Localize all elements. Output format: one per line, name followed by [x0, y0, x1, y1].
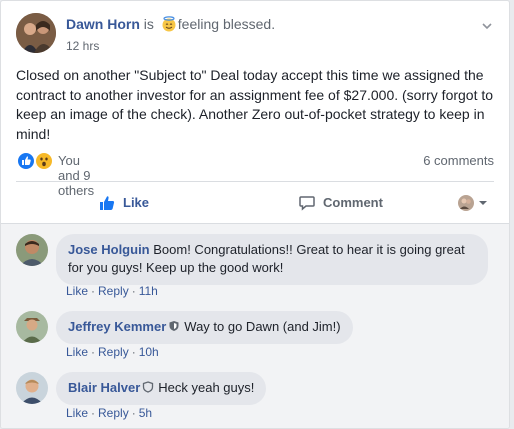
- comment-reply-link[interactable]: Reply: [98, 406, 129, 420]
- chevron-down-icon[interactable]: [481, 19, 493, 31]
- commenter-avatar[interactable]: [16, 311, 48, 343]
- comment-text: Heck yeah guys!: [158, 380, 255, 395]
- comment-reply-link[interactable]: Reply: [98, 345, 129, 359]
- comment-time[interactable]: 11h: [139, 284, 158, 298]
- comment-meta: Like · Reply · 11h: [66, 284, 158, 298]
- commenter-name[interactable]: Blair Halver: [68, 380, 140, 395]
- comment-bubble: Blair Halver Heck yeah guys!: [56, 372, 267, 405]
- comment-item: Jose Holguin Boom! Congratulations!! Gre…: [16, 234, 494, 298]
- comment-text: Way to go Dawn (and Jim!): [184, 319, 341, 334]
- shield-badge-icon: [168, 319, 180, 331]
- comment-like-link[interactable]: Like: [66, 406, 88, 420]
- comment-like-link[interactable]: Like: [66, 345, 88, 359]
- post-stats: You and 9 others 6 comments: [16, 151, 494, 198]
- post-header: Dawn Horn is feeling blessed. 12 hrs: [16, 13, 497, 59]
- feeling-text: feeling blessed.: [177, 16, 276, 32]
- author-avatar[interactable]: [16, 13, 56, 53]
- comment-item: Blair Halver Heck yeah guys! Like · Reply · 5…: [16, 372, 494, 422]
- post-body-text: Closed on another "Subject to" Deal toda…: [16, 67, 494, 142]
- comment-time[interactable]: 5h: [139, 406, 152, 420]
- author-name[interactable]: Dawn Horn: [66, 16, 140, 32]
- commenter-avatar[interactable]: [16, 234, 48, 266]
- comments-count[interactable]: 6 comments: [423, 153, 494, 168]
- comment-bubble: Jose Holguin Boom! Congratulations!! Gre…: [56, 234, 488, 285]
- post-card: Dawn Horn is feeling blessed. 12 hrs Clo…: [0, 0, 510, 429]
- like-label: Like: [123, 195, 150, 210]
- comment-item: Jeffrey Kemmer Way to go Dawn (and Jim!) …: [16, 311, 494, 361]
- comment-label: Comment: [323, 195, 383, 210]
- commenter-name[interactable]: Jeffrey Kemmer: [68, 319, 166, 334]
- is-text: is: [143, 16, 154, 32]
- comment-meta: Like · Reply · 10h: [66, 345, 159, 359]
- commenter-avatar[interactable]: [16, 372, 48, 404]
- wow-reaction-icon: [34, 151, 54, 171]
- comment-reply-link[interactable]: Reply: [98, 284, 129, 298]
- post-title-line: Dawn Horn is feeling blessed.: [66, 16, 275, 32]
- post-timestamp[interactable]: 12 hrs: [66, 39, 99, 53]
- comment-bubble-icon: [298, 194, 316, 212]
- thumbs-up-icon: [98, 194, 116, 212]
- reaction-audience-selector[interactable]: [457, 194, 489, 212]
- smiling-halo-emoji-icon: [161, 16, 177, 32]
- action-bar: Like Comment: [16, 181, 494, 223]
- comment-time[interactable]: 10h: [139, 345, 159, 359]
- like-reaction-icon: [16, 151, 36, 171]
- commenter-name[interactable]: Jose Holguin: [68, 242, 150, 257]
- comment-meta: Like · Reply · 5h: [66, 406, 153, 420]
- comment-bubble: Jeffrey Kemmer Way to go Dawn (and Jim!): [56, 311, 353, 344]
- comment-like-link[interactable]: Like: [66, 284, 88, 298]
- comments-section: Jose Holguin Boom! Congratulations!! Gre…: [1, 223, 509, 428]
- shield-outline-badge-icon: [142, 380, 154, 393]
